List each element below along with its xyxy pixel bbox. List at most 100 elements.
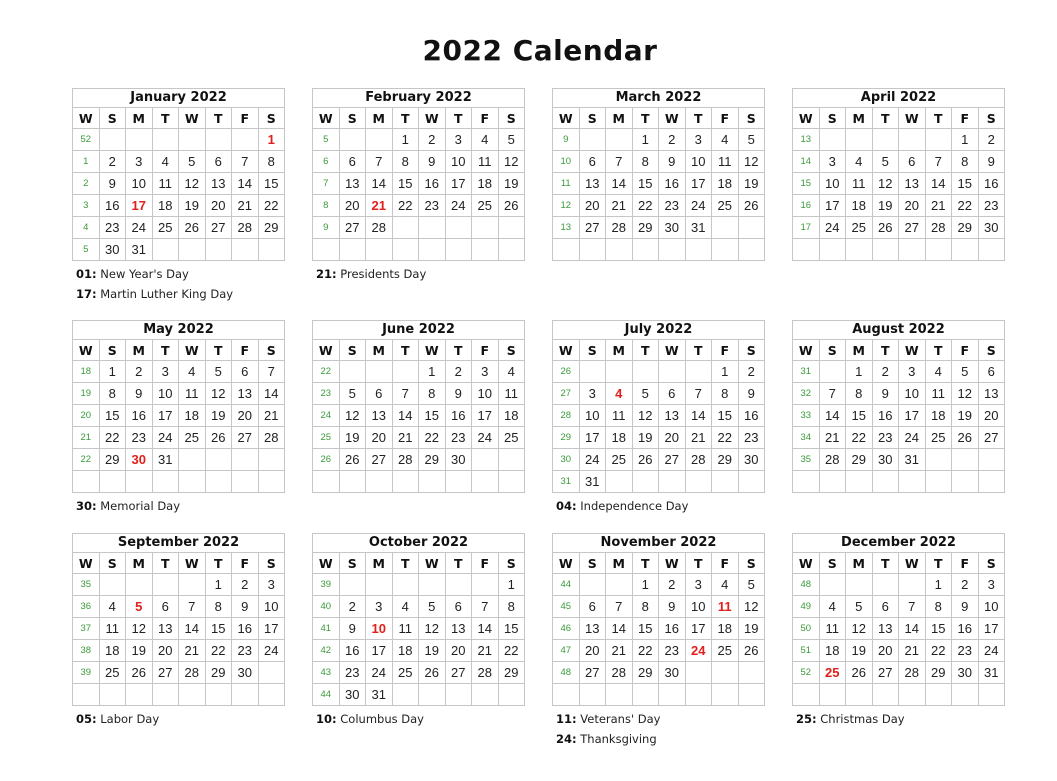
empty-day-cell xyxy=(497,470,525,493)
empty-day-cell xyxy=(737,661,765,684)
day-cell: 28 xyxy=(924,216,952,239)
holiday-list: 10: Columbus Day xyxy=(312,709,525,729)
weekday-header-row: WSMTWTFS xyxy=(72,552,285,574)
empty-day-cell xyxy=(818,128,846,151)
day-cell: 4 xyxy=(497,360,525,383)
empty-day-cell xyxy=(631,360,659,383)
empty-day-cell xyxy=(391,683,419,706)
month-calendar: December 2022 W S M T W T F S 48 1 2 3 49 4 5 6 7 8 9 10 50 11… xyxy=(792,533,1005,729)
day-cell: 19 xyxy=(497,172,525,195)
day-cell: 28 xyxy=(391,448,419,471)
month-table: October 2022 W S M T W T F S 39 1 40 2 3 4 5 6 7 8 41 9 10 11 1… xyxy=(312,533,525,706)
day-cell: 6 xyxy=(204,150,232,173)
day-cell: 27 xyxy=(977,426,1005,449)
month-calendar: March 2022 W S M T W T F S 9 1 2 3 4 5 10 6 7 8 9 10 11 12 11 13… xyxy=(552,88,765,264)
weekday-header: W xyxy=(178,107,206,129)
day-cell: 3 xyxy=(818,150,846,173)
day-cell: 14 xyxy=(471,617,499,640)
empty-day-cell xyxy=(684,470,712,493)
holiday-name: Independence Day xyxy=(576,499,689,513)
day-cell: 10 xyxy=(578,404,606,427)
empty-day-cell xyxy=(871,573,899,596)
empty-day-cell xyxy=(204,448,232,471)
weekday-header: S xyxy=(257,552,285,574)
day-cell: 22 xyxy=(711,426,739,449)
week-row: 48 1 2 3 xyxy=(792,573,1005,596)
day-cell: 23 xyxy=(951,639,979,662)
day-cell: 14 xyxy=(231,172,259,195)
empty-day-cell xyxy=(737,238,765,261)
day-cell: 3 xyxy=(151,360,179,383)
empty-day-cell xyxy=(684,238,712,261)
empty-day-cell xyxy=(605,128,633,151)
day-cell: 16 xyxy=(977,172,1005,195)
empty-day-cell xyxy=(818,683,846,706)
holiday-date: 21: xyxy=(316,267,337,281)
weekday-header: S xyxy=(578,107,606,129)
weekday-header: F xyxy=(231,552,259,574)
day-cell: 9 xyxy=(231,595,259,618)
day-cell: 28 xyxy=(365,216,393,239)
day-cell: 5 xyxy=(497,128,525,151)
holiday-day-cell: 17 xyxy=(125,194,153,217)
week-number: 5 xyxy=(72,238,100,261)
empty-day-cell xyxy=(444,216,472,239)
day-cell: 13 xyxy=(578,617,606,640)
day-cell: 5 xyxy=(951,360,979,383)
weekday-header: F xyxy=(951,107,979,129)
empty-day-cell xyxy=(178,683,206,706)
day-cell: 16 xyxy=(125,404,153,427)
day-cell: 13 xyxy=(151,617,179,640)
week-number: 41 xyxy=(312,617,340,640)
day-cell: 19 xyxy=(737,617,765,640)
week-number: 2 xyxy=(72,172,100,195)
day-cell: 12 xyxy=(125,617,153,640)
day-cell: 9 xyxy=(338,617,366,640)
week-number: 39 xyxy=(72,661,100,684)
empty-day-cell xyxy=(605,238,633,261)
week-row: 41 9 10 11 12 13 14 15 xyxy=(312,617,525,640)
empty-day-cell xyxy=(418,683,446,706)
week-number: 19 xyxy=(72,382,100,405)
empty-day-cell xyxy=(151,573,179,596)
day-cell: 29 xyxy=(257,216,285,239)
weekday-header: S xyxy=(818,339,846,361)
day-cell: 26 xyxy=(338,448,366,471)
day-cell: 7 xyxy=(231,150,259,173)
holiday-list: 30: Memorial Day xyxy=(72,496,285,516)
day-cell: 21 xyxy=(924,194,952,217)
day-cell: 13 xyxy=(658,404,686,427)
day-cell: 31 xyxy=(151,448,179,471)
week-row: 9 27 28 xyxy=(312,216,525,239)
weekday-header: W xyxy=(418,552,446,574)
day-cell: 29 xyxy=(497,661,525,684)
week-row: 31 31 xyxy=(552,470,765,493)
empty-day-cell xyxy=(497,216,525,239)
week-row: 43 23 24 25 26 27 28 29 xyxy=(312,661,525,684)
week-number: 7 xyxy=(312,172,340,195)
weekday-header: S xyxy=(977,339,1005,361)
empty-day-cell xyxy=(471,216,499,239)
day-cell: 23 xyxy=(871,426,899,449)
weekday-header: M xyxy=(125,552,153,574)
empty-day-cell xyxy=(98,573,126,596)
day-cell: 30 xyxy=(231,661,259,684)
weekday-header: S xyxy=(737,339,765,361)
day-cell: 17 xyxy=(898,404,926,427)
month-calendar: October 2022 W S M T W T F S 39 1 40 2 3 4 5 6 7 8 41 9 10 11 1… xyxy=(312,533,525,729)
weekday-header-row: WSMTWTFS xyxy=(312,552,525,574)
day-cell: 1 xyxy=(924,573,952,596)
day-cell: 27 xyxy=(151,661,179,684)
day-cell: 20 xyxy=(871,639,899,662)
weekday-header: F xyxy=(231,339,259,361)
week-row: 16 17 18 19 20 21 22 23 xyxy=(792,194,1005,217)
empty-day-cell xyxy=(338,128,366,151)
day-cell: 26 xyxy=(631,448,659,471)
day-cell: 27 xyxy=(658,448,686,471)
month-name: June 2022 xyxy=(312,320,525,340)
month-name: February 2022 xyxy=(312,88,525,108)
day-cell: 23 xyxy=(658,194,686,217)
day-cell: 26 xyxy=(125,661,153,684)
empty-day-cell xyxy=(737,470,765,493)
day-cell: 2 xyxy=(658,573,686,596)
